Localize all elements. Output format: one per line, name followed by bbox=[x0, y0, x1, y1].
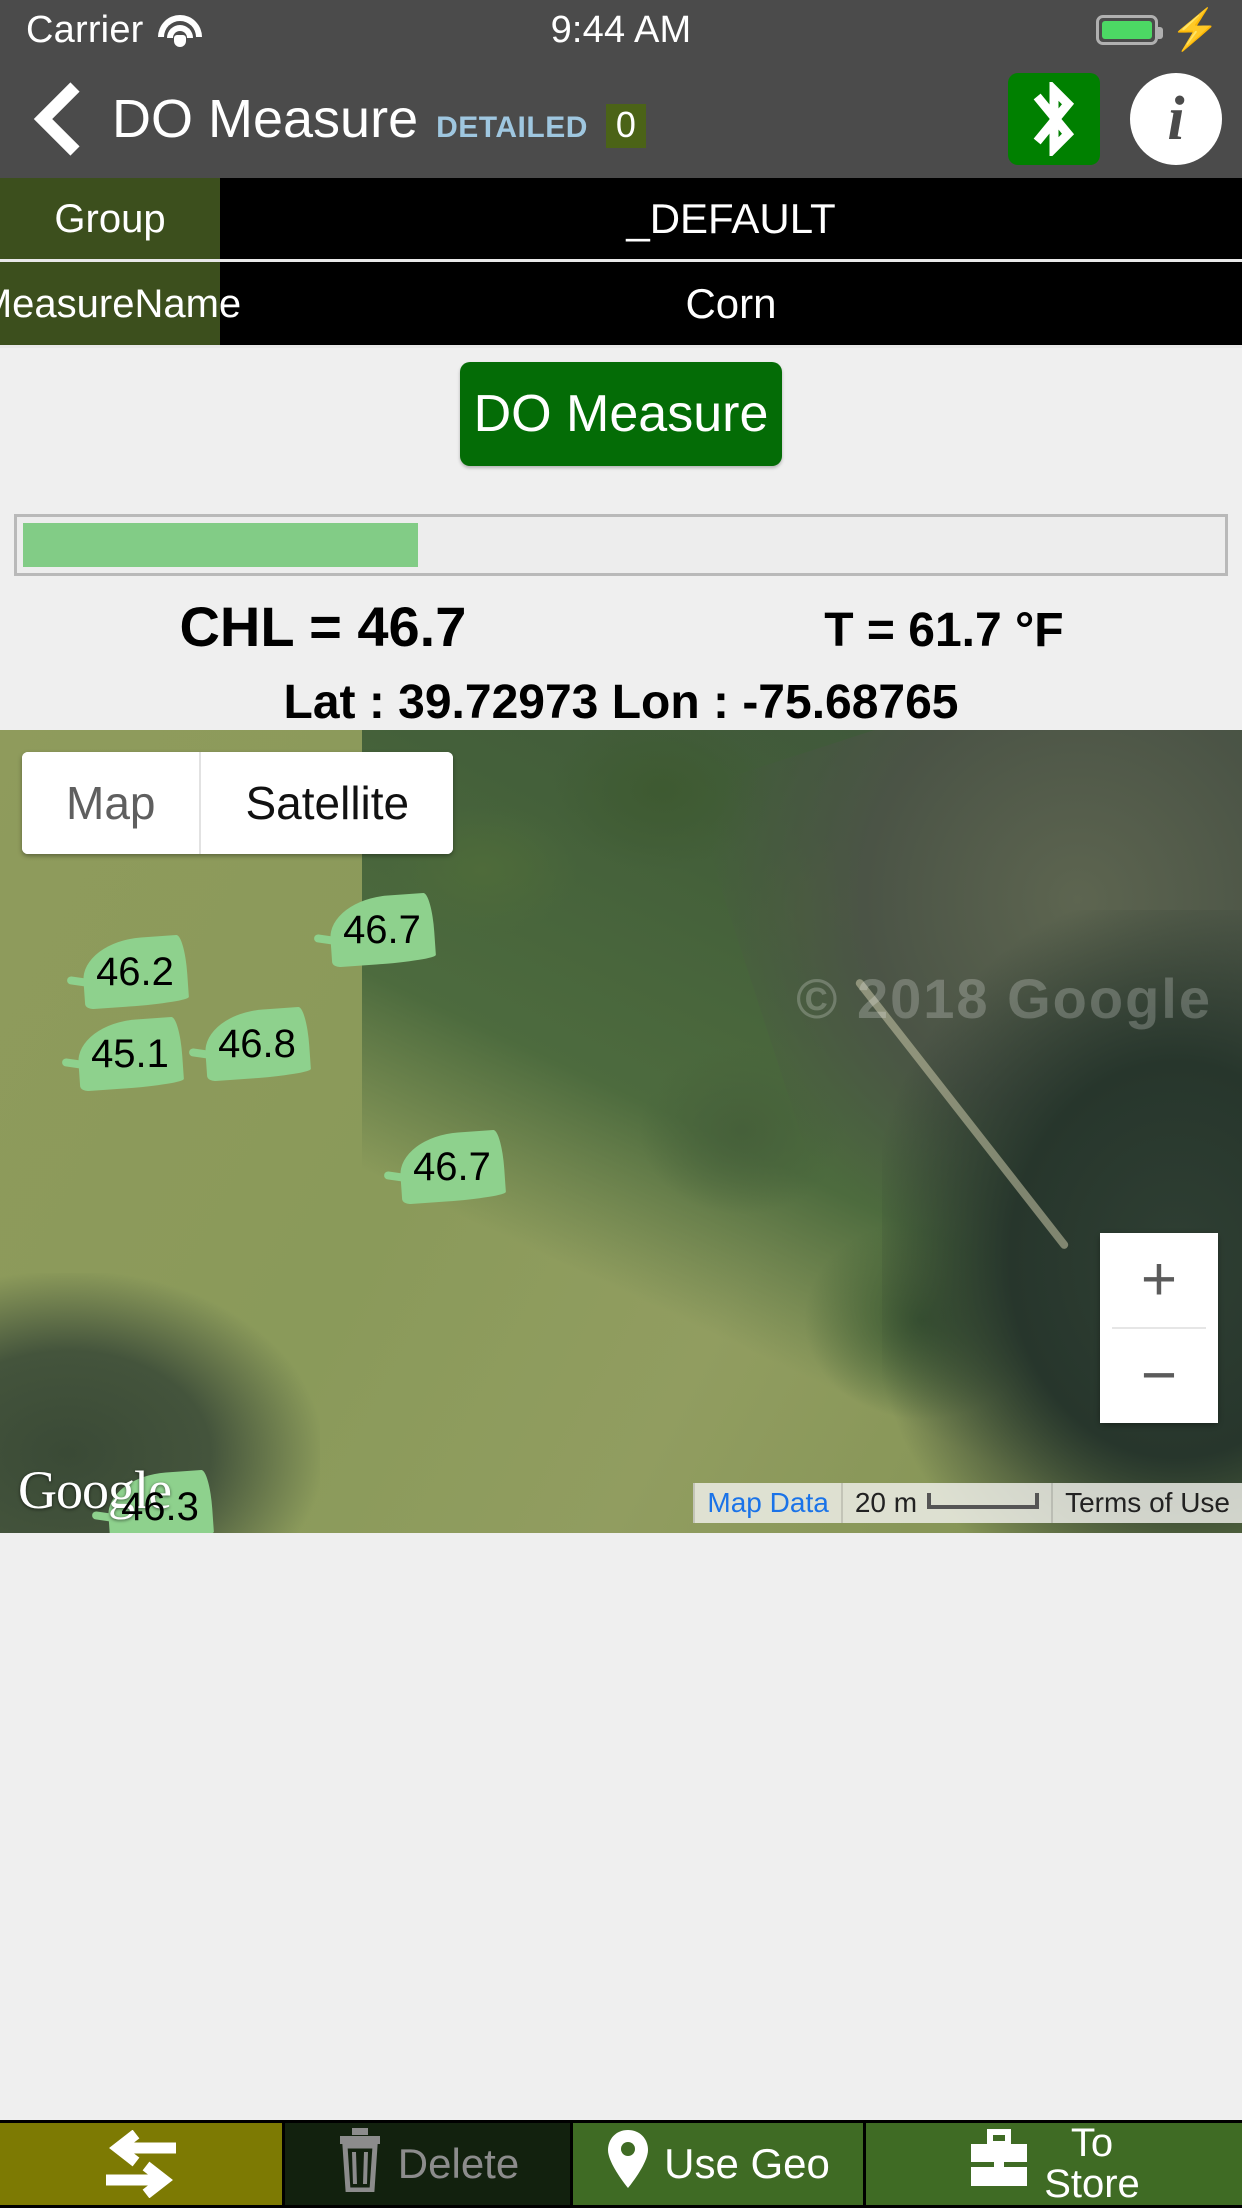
delete-button[interactable]: Delete bbox=[285, 2123, 570, 2205]
chl-readout: CHL = 46.7 bbox=[179, 595, 467, 658]
zoom-in-button[interactable]: + bbox=[1100, 1233, 1218, 1327]
bluetooth-button[interactable] bbox=[1008, 73, 1100, 165]
marker-value: 46.2 bbox=[96, 949, 174, 994]
status-bar: Carrier 9:44 AM ⚡ bbox=[0, 0, 1242, 60]
use-geo-button[interactable]: Use Geo bbox=[573, 2123, 863, 2205]
swap-arrows-icon bbox=[98, 2130, 184, 2198]
to-store-button[interactable]: To Store bbox=[866, 2123, 1242, 2205]
action-panel: DO Measure CHL = 46.7 T = 61.7 °F Lat : … bbox=[0, 348, 1242, 730]
nav-title-group: DO Measure DETAILED 0 bbox=[112, 88, 646, 150]
group-row[interactable]: Group _DEFAULT bbox=[0, 178, 1242, 262]
map-attribution-bar: Map Data 20 m Terms of Use bbox=[693, 1483, 1242, 1523]
map-scale-label: 20 m bbox=[854, 1487, 918, 1518]
info-icon: i bbox=[1167, 84, 1185, 153]
measure-name-row[interactable]: Measure Name Corn bbox=[0, 262, 1242, 348]
map-type-map-button[interactable]: Map bbox=[22, 752, 202, 854]
map-scale-indicator: 20 m bbox=[840, 1483, 1052, 1523]
measure-name-label: Measure Name bbox=[0, 262, 241, 345]
measure-name-label-line1: Measure bbox=[0, 281, 135, 326]
latlon-readout: Lat : 39.72973 Lon : -75.68765 bbox=[283, 676, 959, 729]
bluetooth-icon bbox=[1033, 82, 1075, 156]
measure-count-badge: 0 bbox=[605, 104, 646, 148]
map-marker-leaf[interactable]: 46.2 bbox=[66, 934, 190, 1010]
battery-icon bbox=[1095, 15, 1163, 45]
nav-bar: DO Measure DETAILED 0 i bbox=[0, 60, 1242, 178]
bottom-toolbar: Delete Use Geo To Store bbox=[0, 2120, 1242, 2208]
to-store-label-line1: To bbox=[1070, 2121, 1114, 2166]
zoom-out-button[interactable]: − bbox=[1100, 1329, 1218, 1423]
progress-fill bbox=[23, 523, 418, 567]
marker-value: 45.1 bbox=[91, 1031, 169, 1076]
map-marker-leaf[interactable]: 46.7 bbox=[383, 1129, 507, 1205]
delete-label: Delete bbox=[397, 2140, 520, 2187]
readout-row: CHL = 46.7 T = 61.7 °F bbox=[0, 594, 1242, 659]
status-bar-clock: 9:44 AM bbox=[550, 8, 692, 51]
do-measure-button[interactable]: DO Measure bbox=[460, 362, 782, 466]
to-store-label: To Store bbox=[1044, 2123, 1140, 2205]
temperature-readout: T = 61.7 °F bbox=[824, 604, 1064, 657]
map-marker-leaf[interactable]: 46.7 bbox=[313, 892, 437, 968]
marker-value: 46.3 bbox=[121, 1484, 199, 1529]
briefcase-icon bbox=[968, 2128, 1030, 2200]
measurement-progress-bar bbox=[14, 514, 1228, 576]
info-button[interactable]: i bbox=[1130, 73, 1222, 165]
group-value[interactable]: _DEFAULT bbox=[220, 178, 1242, 259]
trash-icon bbox=[336, 2126, 384, 2202]
page-subtitle: DETAILED bbox=[436, 111, 588, 144]
map-type-satellite-button[interactable]: Satellite bbox=[201, 752, 454, 854]
map-type-switch: Map Satellite bbox=[22, 752, 454, 854]
map-view[interactable]: © 2018 Google Map Satellite 46.7 46.2 46.8… bbox=[0, 730, 1242, 1533]
page-title: DO Measure bbox=[112, 89, 419, 149]
map-scale-bar bbox=[927, 1493, 1040, 1509]
map-zoom-controls: + − bbox=[1100, 1233, 1218, 1423]
map-pin-icon bbox=[606, 2128, 650, 2200]
marker-value: 46.8 bbox=[218, 1021, 296, 1066]
marker-value: 46.7 bbox=[343, 907, 421, 952]
group-label: Group bbox=[0, 178, 220, 259]
swap-button[interactable] bbox=[0, 2123, 282, 2205]
terms-of-use-link[interactable]: Terms of Use bbox=[1051, 1483, 1242, 1523]
map-marker-leaf[interactable]: 45.1 bbox=[61, 1016, 185, 1092]
map-marker-leaf[interactable]: 46.8 bbox=[188, 1006, 312, 1082]
back-button[interactable] bbox=[20, 81, 98, 157]
to-store-label-line2: Store bbox=[1044, 2162, 1140, 2206]
app-root: Carrier 9:44 AM ⚡ DO Measure DETAILED 0 bbox=[0, 0, 1242, 2208]
chevron-left-icon bbox=[33, 82, 80, 156]
nav-actions: i bbox=[1008, 73, 1222, 165]
map-data-link[interactable]: Map Data bbox=[693, 1483, 841, 1523]
marker-value: 46.7 bbox=[413, 1144, 491, 1189]
use-geo-label: Use Geo bbox=[664, 2140, 830, 2187]
measure-name-value[interactable]: Corn bbox=[220, 262, 1242, 345]
